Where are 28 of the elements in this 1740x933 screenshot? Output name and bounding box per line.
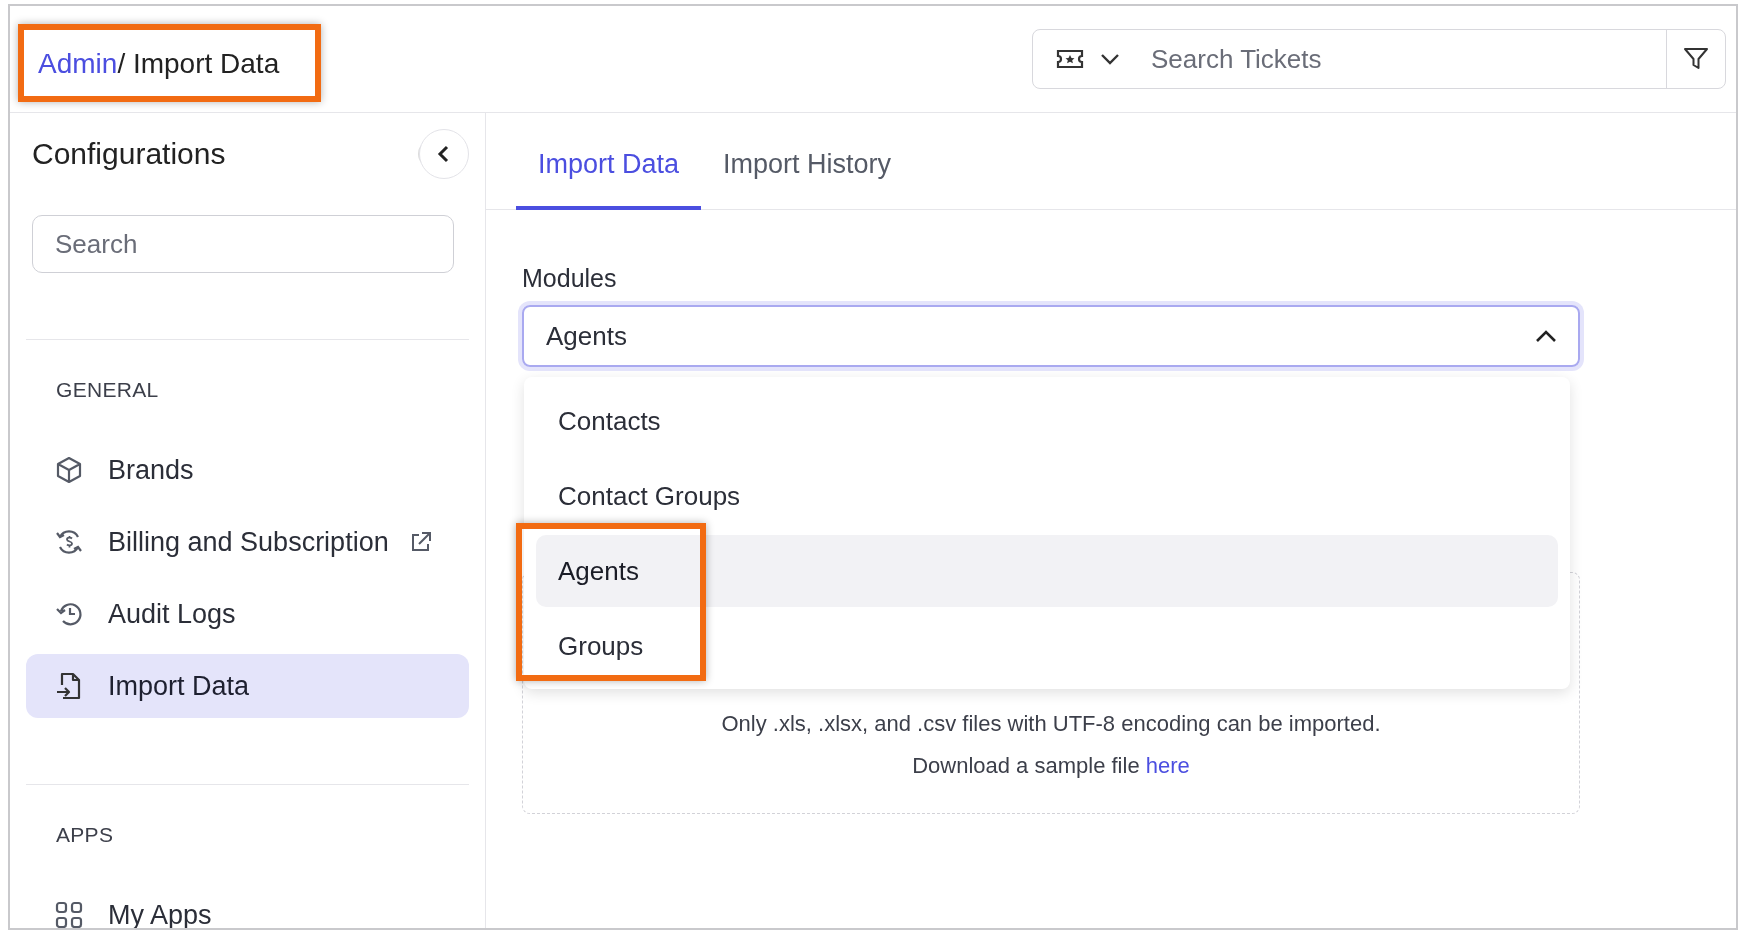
dropdown-option[interactable]: Agents bbox=[536, 535, 1558, 607]
sidebar-title: Configurations bbox=[32, 137, 226, 171]
collapse-button[interactable] bbox=[419, 129, 469, 179]
dropdown-option[interactable]: Contacts bbox=[536, 385, 1558, 457]
grid-icon bbox=[54, 900, 84, 928]
chevron-up-icon bbox=[1534, 328, 1558, 344]
ticket-search-field[interactable]: Search Tickets bbox=[1032, 29, 1726, 89]
tab[interactable]: Import History bbox=[701, 149, 914, 210]
sidebar-item[interactable]: Import Data bbox=[26, 654, 469, 718]
breadcrumb-link[interactable]: Admin bbox=[38, 48, 118, 79]
section-heading: GENERAL bbox=[55, 378, 160, 402]
sidebar-item[interactable]: Billing and Subscription bbox=[26, 510, 469, 574]
sample-link[interactable]: here bbox=[1145, 753, 1190, 778]
tab[interactable]: Import Data bbox=[516, 149, 702, 210]
field-label: Modules bbox=[522, 264, 618, 293]
dropdown-option[interactable]: Contact Groups bbox=[536, 460, 1558, 532]
search-field[interactable]: Search bbox=[32, 215, 454, 273]
sidebar-item[interactable]: Brands bbox=[26, 438, 469, 502]
cube-icon bbox=[54, 455, 84, 485]
breadcrumb-current: / Import Data bbox=[117, 48, 280, 79]
sidebar-item[interactable]: Audit Logs bbox=[26, 582, 469, 646]
section-heading: APPS bbox=[55, 823, 115, 847]
chevron-down-icon bbox=[1099, 52, 1121, 66]
ticket-icon bbox=[1055, 47, 1085, 71]
dollar-cycle-icon bbox=[54, 527, 84, 557]
upload-note: Only .xls, .xlsx, and .csv files with UTF-8 encoding can be imported. bbox=[721, 711, 1381, 737]
dropdown-option[interactable]: Groups bbox=[536, 610, 1558, 682]
sample-text: Download a sample file bbox=[912, 753, 1140, 778]
